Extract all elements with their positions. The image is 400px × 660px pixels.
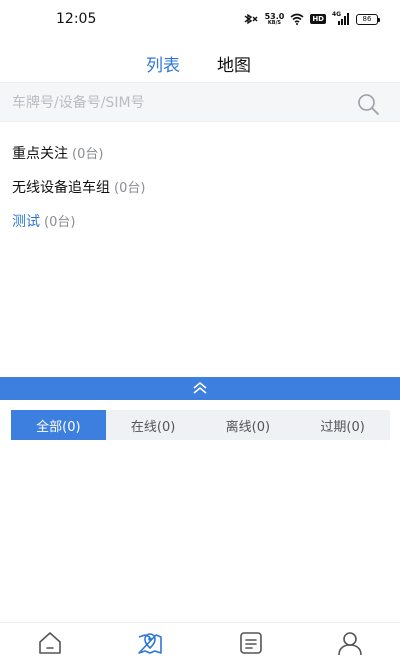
filter-tab-expired[interactable]: 过期(0) (295, 410, 390, 440)
map-pin-icon (138, 633, 162, 654)
status-bar: 12:05 53.0 KB/S HD 4G 86 (0, 0, 400, 38)
bluetooth-muted-icon (244, 13, 258, 25)
group-name: 测试 (12, 214, 40, 230)
filter-tab-all[interactable]: 全部(0) (11, 410, 106, 440)
battery-icon: 86 (356, 13, 380, 25)
view-tabs: 列表 地图 (0, 48, 400, 78)
group-item-wireless-tracking[interactable]: 无线设备追车组 (0台) (12, 177, 145, 197)
search-input[interactable] (12, 92, 342, 114)
group-count: (0台) (44, 215, 76, 230)
search-icon[interactable] (356, 92, 380, 116)
tab-list[interactable]: 列表 (146, 51, 180, 76)
group-count: (0台) (114, 181, 146, 196)
user-icon (338, 632, 362, 656)
net-speed-unit: KB/S (267, 19, 282, 26)
nav-home[interactable] (36, 629, 64, 657)
status-time: 12:05 (56, 11, 97, 27)
group-name: 重点关注 (12, 146, 68, 162)
signal-icon: 4G (332, 11, 350, 25)
status-icons: 53.0 KB/S HD 4G 86 (243, 10, 380, 28)
hd-badge: HD (310, 14, 326, 24)
filter-tab-offline[interactable]: 离线(0) (201, 410, 296, 440)
bottom-nav (0, 622, 400, 660)
expand-panel-bar[interactable] (0, 377, 400, 400)
search-bar (0, 82, 400, 122)
group-count: (0台) (72, 147, 104, 162)
list-doc-icon (240, 632, 262, 654)
group-item-test[interactable]: 测试 (0台) (12, 211, 75, 231)
net-speed: 53.0 KB/S (265, 12, 285, 26)
tab-map[interactable]: 地图 (217, 51, 251, 76)
group-name: 无线设备追车组 (12, 180, 110, 196)
nav-profile[interactable] (336, 629, 364, 657)
double-chevron-up-icon (193, 381, 207, 394)
home-icon (39, 632, 61, 654)
status-filter-tabs: 全部(0) 在线(0) 离线(0) 过期(0) (11, 410, 390, 440)
wifi-icon (290, 13, 304, 25)
filter-tab-online[interactable]: 在线(0) (106, 410, 201, 440)
nav-records[interactable] (237, 629, 265, 657)
nav-monitor[interactable] (136, 629, 164, 657)
group-item-focus[interactable]: 重点关注 (0台) (12, 143, 103, 163)
